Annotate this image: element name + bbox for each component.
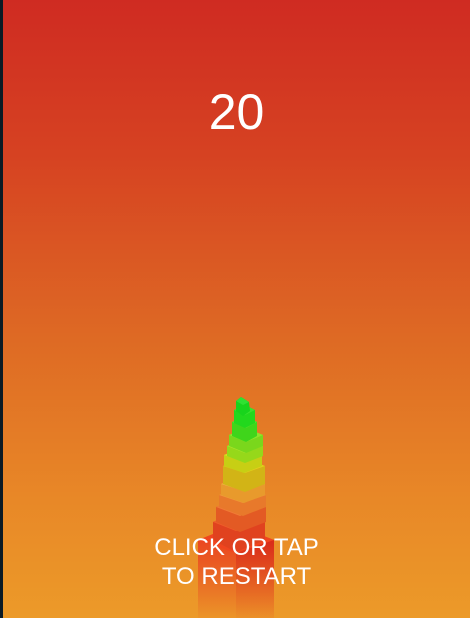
block-stack [198, 397, 274, 618]
game-area[interactable]: 20 CLICK OR TAP TO RESTART [3, 0, 470, 618]
restart-line-1: CLICK OR TAP [154, 534, 319, 561]
restart-line-2: TO RESTART [161, 563, 312, 590]
restart-instructions[interactable]: CLICK OR TAP TO RESTART [3, 533, 470, 591]
